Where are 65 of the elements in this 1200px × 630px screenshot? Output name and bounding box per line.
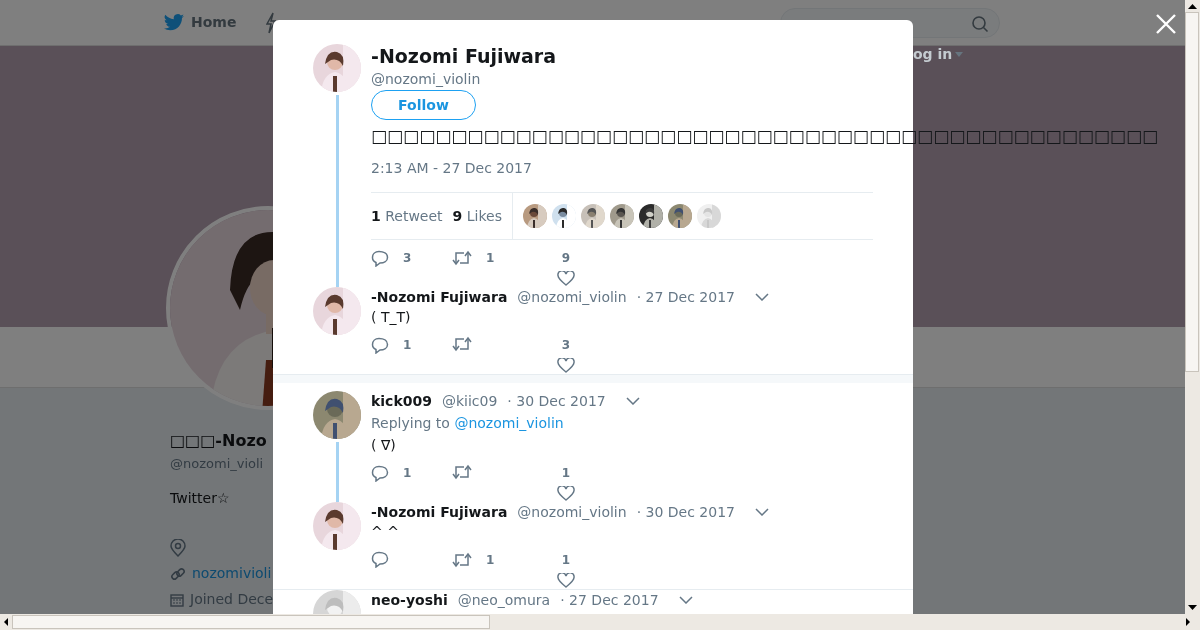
retweet-stat[interactable]: 1 Retweet [371, 205, 443, 227]
reply-icon [371, 249, 389, 267]
author-name[interactable]: -Nozomi Fujiwara [371, 287, 508, 307]
like-button[interactable]: 1 [557, 551, 575, 588]
joined-date: Joined Dece [190, 590, 274, 609]
profile-bio: Twitter☆ [170, 488, 231, 508]
like-button[interactable]: 3 [557, 336, 575, 373]
author-handle[interactable]: @nozomi_violin [371, 68, 873, 90]
author-handle[interactable]: @nozomi_violin [517, 502, 627, 522]
reply-button[interactable]: 1 [371, 336, 452, 354]
caret-icon [955, 52, 964, 57]
author-handle[interactable]: @kiic09 [441, 391, 498, 411]
reply-icon [371, 551, 389, 568]
follow-button[interactable]: Follow [371, 90, 476, 120]
profile-name: □□□-Nozo [170, 430, 268, 452]
tweet-text: ( T_T) [371, 308, 412, 327]
like-stat[interactable]: 9 Likes [452, 205, 502, 227]
author-name[interactable]: -Nozomi Fujiwara [371, 44, 873, 68]
login-menu[interactable]: og in [913, 44, 964, 65]
retweet-icon [452, 464, 472, 480]
calendar-icon [170, 592, 184, 607]
lightning-icon[interactable] [266, 11, 277, 34]
author-handle[interactable]: @nozomi_violin [517, 287, 627, 307]
retweet-icon [452, 552, 472, 568]
heart-icon [557, 486, 575, 501]
dropdown-chevron[interactable] [754, 293, 769, 301]
horizontal-scrollbar[interactable] [0, 614, 1200, 630]
heart-icon [557, 358, 575, 373]
like-button[interactable]: 9 [557, 249, 575, 286]
tweet-date[interactable]: · 30 Dec 2017 [507, 391, 606, 411]
reply-button[interactable]: 1 [371, 464, 452, 482]
home-link[interactable]: Home [163, 12, 237, 33]
reply-icon [371, 464, 389, 482]
tweet-timestamp: 2:13 AM - 27 Dec 2017 [371, 159, 533, 178]
dropdown-chevron[interactable] [754, 508, 769, 516]
link-icon [170, 565, 186, 582]
tweet-text: ( ∇) [371, 436, 397, 455]
tweet-date[interactable]: · 30 Dec 2017 [636, 502, 735, 522]
dropdown-chevron[interactable] [678, 596, 693, 604]
author-name[interactable]: kick009 [371, 391, 432, 411]
vertical-scrollbar[interactable] [1185, 0, 1200, 614]
search-icon[interactable] [971, 15, 989, 33]
dropdown-chevron[interactable] [625, 397, 640, 405]
like-button[interactable]: 1 [557, 464, 575, 501]
profile-handle: @nozomi_violi [170, 455, 265, 473]
location-pin-icon [170, 538, 186, 557]
home-label[interactable]: Home [191, 12, 237, 33]
author-name[interactable]: -Nozomi Fujiwara [371, 502, 508, 522]
bird-icon [163, 12, 185, 33]
heart-icon [557, 271, 575, 286]
author-name[interactable]: neo-yoshi [371, 590, 448, 610]
retweet-icon [452, 250, 472, 266]
tweet-date[interactable]: · 27 Dec 2017 [560, 590, 659, 610]
tweet-text: ^ ^ [371, 523, 400, 542]
mention-link[interactable]: @nozomi_violin [454, 415, 564, 431]
reply-icon [371, 336, 389, 354]
tweet-date[interactable]: · 27 Dec 2017 [636, 287, 735, 307]
retweet-button[interactable]: 1 [452, 551, 533, 569]
replying-to-text: Replying to @nozomi_violin [371, 414, 565, 433]
retweet-icon [452, 336, 472, 352]
reply-button[interactable]: 3 [371, 249, 452, 267]
close-button[interactable] [1156, 14, 1176, 34]
retweet-button[interactable]: 1 [452, 249, 533, 267]
author-handle[interactable]: @neo_omura [457, 590, 551, 610]
heart-icon [557, 573, 575, 588]
